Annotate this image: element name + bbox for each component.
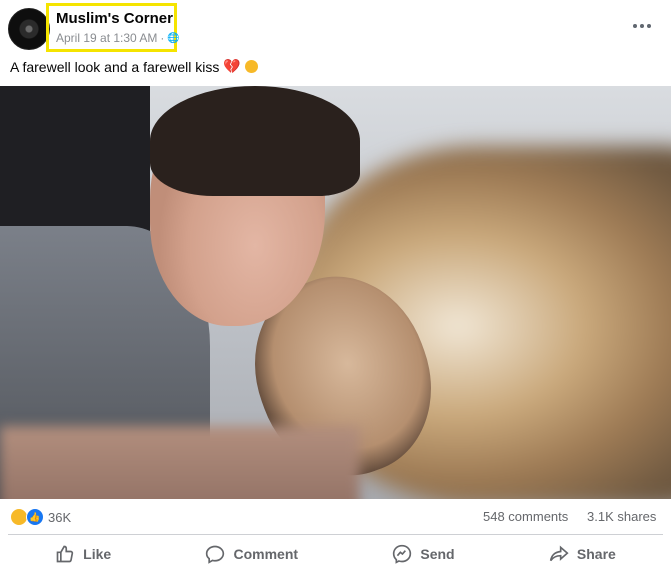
page-name[interactable]: Muslim's Corner bbox=[56, 10, 173, 27]
thumbs-up-icon bbox=[56, 545, 74, 563]
post-photo[interactable] bbox=[0, 86, 671, 499]
shares-count[interactable]: 3.1K shares bbox=[587, 509, 656, 524]
post-header: Muslim's Corner April 19 at 1:30 AM · 🌐 bbox=[0, 0, 671, 56]
messenger-icon bbox=[393, 544, 412, 564]
dot-icon bbox=[647, 24, 651, 28]
share-button[interactable]: Share bbox=[535, 538, 630, 570]
sad-face-icon bbox=[244, 60, 258, 73]
send-button[interactable]: Send bbox=[378, 538, 468, 570]
post-meta: April 19 at 1:30 AM · 🌐 bbox=[56, 31, 180, 45]
reaction-summary[interactable]: 👍 36K bbox=[10, 508, 71, 526]
comment-label: Comment bbox=[233, 546, 299, 562]
share-label: Share bbox=[576, 546, 616, 562]
comment-icon bbox=[206, 545, 225, 564]
like-button[interactable]: Like bbox=[41, 538, 125, 570]
caption-text: A farewell look and a farewell kiss bbox=[10, 58, 220, 75]
dot-icon bbox=[633, 24, 637, 28]
dot-icon bbox=[640, 24, 644, 28]
action-bar: Like Comment Send Share bbox=[8, 534, 663, 573]
share-arrow-icon bbox=[549, 545, 569, 562]
blurred-foreground bbox=[0, 426, 360, 499]
meta-separator: · bbox=[160, 31, 165, 45]
timestamp[interactable]: April 19 at 1:30 AM bbox=[56, 31, 157, 45]
more-options-button[interactable] bbox=[627, 14, 657, 38]
boy-hair bbox=[150, 86, 360, 196]
engagement-counts: 👍 36K 548 comments 3.1K shares bbox=[0, 500, 671, 534]
broken-heart-icon: 💔 bbox=[223, 58, 241, 74]
send-label: Send bbox=[420, 546, 455, 562]
comments-count[interactable]: 548 comments bbox=[483, 509, 568, 524]
like-label: Like bbox=[83, 546, 112, 562]
page-avatar[interactable] bbox=[8, 8, 50, 50]
reaction-count: 36K bbox=[48, 509, 72, 525]
comment-button[interactable]: Comment bbox=[191, 538, 312, 570]
post-caption: A farewell look and a farewell kiss 💔 bbox=[10, 58, 258, 75]
globe-icon: 🌐 bbox=[167, 32, 180, 44]
like-reaction-icon: 👍 bbox=[26, 508, 44, 526]
